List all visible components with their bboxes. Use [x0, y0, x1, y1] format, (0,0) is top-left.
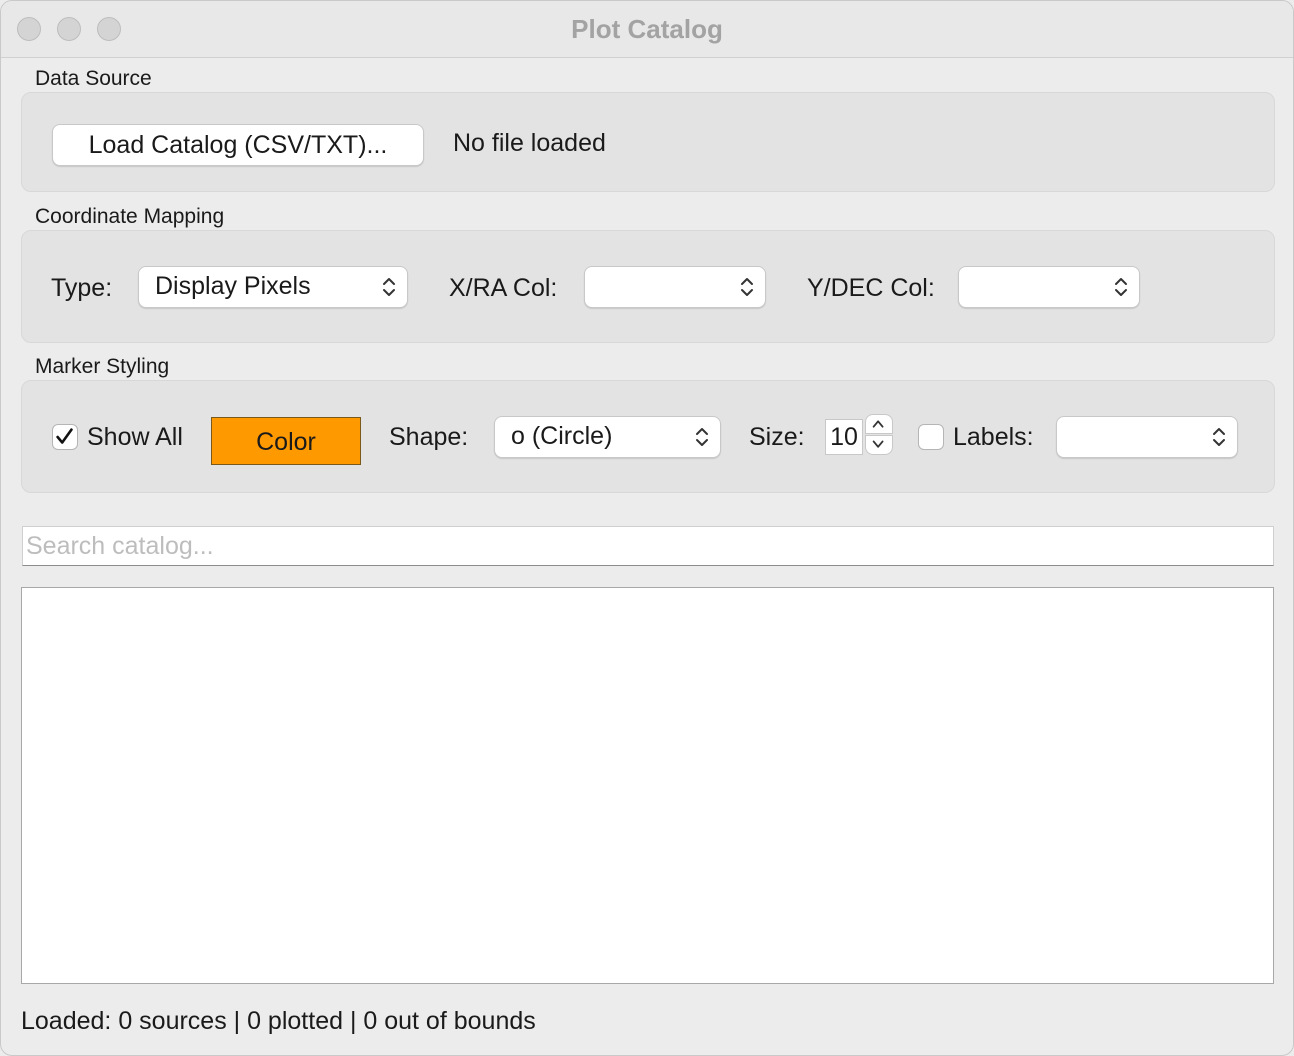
- title-bar: Plot Catalog: [1, 1, 1293, 58]
- size-label: Size:: [749, 423, 805, 451]
- chevron-down-icon: [872, 440, 884, 448]
- chevron-updown-icon: [741, 278, 753, 296]
- color-button[interactable]: Color: [211, 417, 361, 465]
- size-input[interactable]: 10: [825, 419, 863, 455]
- y-dec-col-select[interactable]: [958, 266, 1140, 308]
- show-all-checkbox[interactable]: [52, 424, 78, 450]
- x-ra-col-select[interactable]: [584, 266, 766, 308]
- type-label: Type:: [51, 274, 113, 302]
- chevron-updown-icon: [1115, 278, 1127, 296]
- search-input[interactable]: [22, 526, 1274, 566]
- file-status-label: No file loaded: [453, 129, 606, 157]
- chevron-up-icon: [872, 420, 884, 428]
- labels-label[interactable]: Labels:: [953, 423, 1034, 452]
- labels-select[interactable]: [1056, 416, 1238, 458]
- chevron-updown-icon: [383, 278, 395, 296]
- show-all-label[interactable]: Show All: [87, 423, 183, 452]
- labels-checkbox[interactable]: [918, 424, 944, 450]
- stepper-up-button[interactable]: [865, 414, 893, 434]
- status-bar-text: Loaded: 0 sources | 0 plotted | 0 out of…: [21, 1007, 536, 1035]
- data-source-section-label: Data Source: [35, 67, 152, 90]
- size-stepper[interactable]: [865, 414, 893, 456]
- window-title: Plot Catalog: [571, 14, 723, 44]
- marker-styling-section-label: Marker Styling: [35, 355, 170, 378]
- plot-catalog-window: Plot Catalog Data Source Load Catalog (C…: [0, 0, 1294, 1056]
- x-ra-col-label: X/RA Col:: [449, 274, 558, 302]
- shape-select[interactable]: o (Circle): [494, 416, 721, 458]
- chevron-updown-icon: [696, 428, 708, 446]
- shape-select-value: o (Circle): [511, 422, 613, 450]
- coordinate-mapping-section-label: Coordinate Mapping: [35, 205, 225, 228]
- chevron-updown-icon: [1213, 428, 1225, 446]
- catalog-list[interactable]: [21, 587, 1274, 984]
- y-dec-col-label: Y/DEC Col:: [807, 274, 935, 302]
- checkmark-icon: [56, 428, 73, 444]
- type-select[interactable]: Display Pixels: [138, 266, 408, 308]
- type-select-value: Display Pixels: [155, 272, 311, 300]
- load-catalog-button[interactable]: Load Catalog (CSV/TXT)...: [52, 124, 424, 166]
- shape-label: Shape:: [389, 423, 469, 451]
- stepper-down-button[interactable]: [865, 435, 893, 455]
